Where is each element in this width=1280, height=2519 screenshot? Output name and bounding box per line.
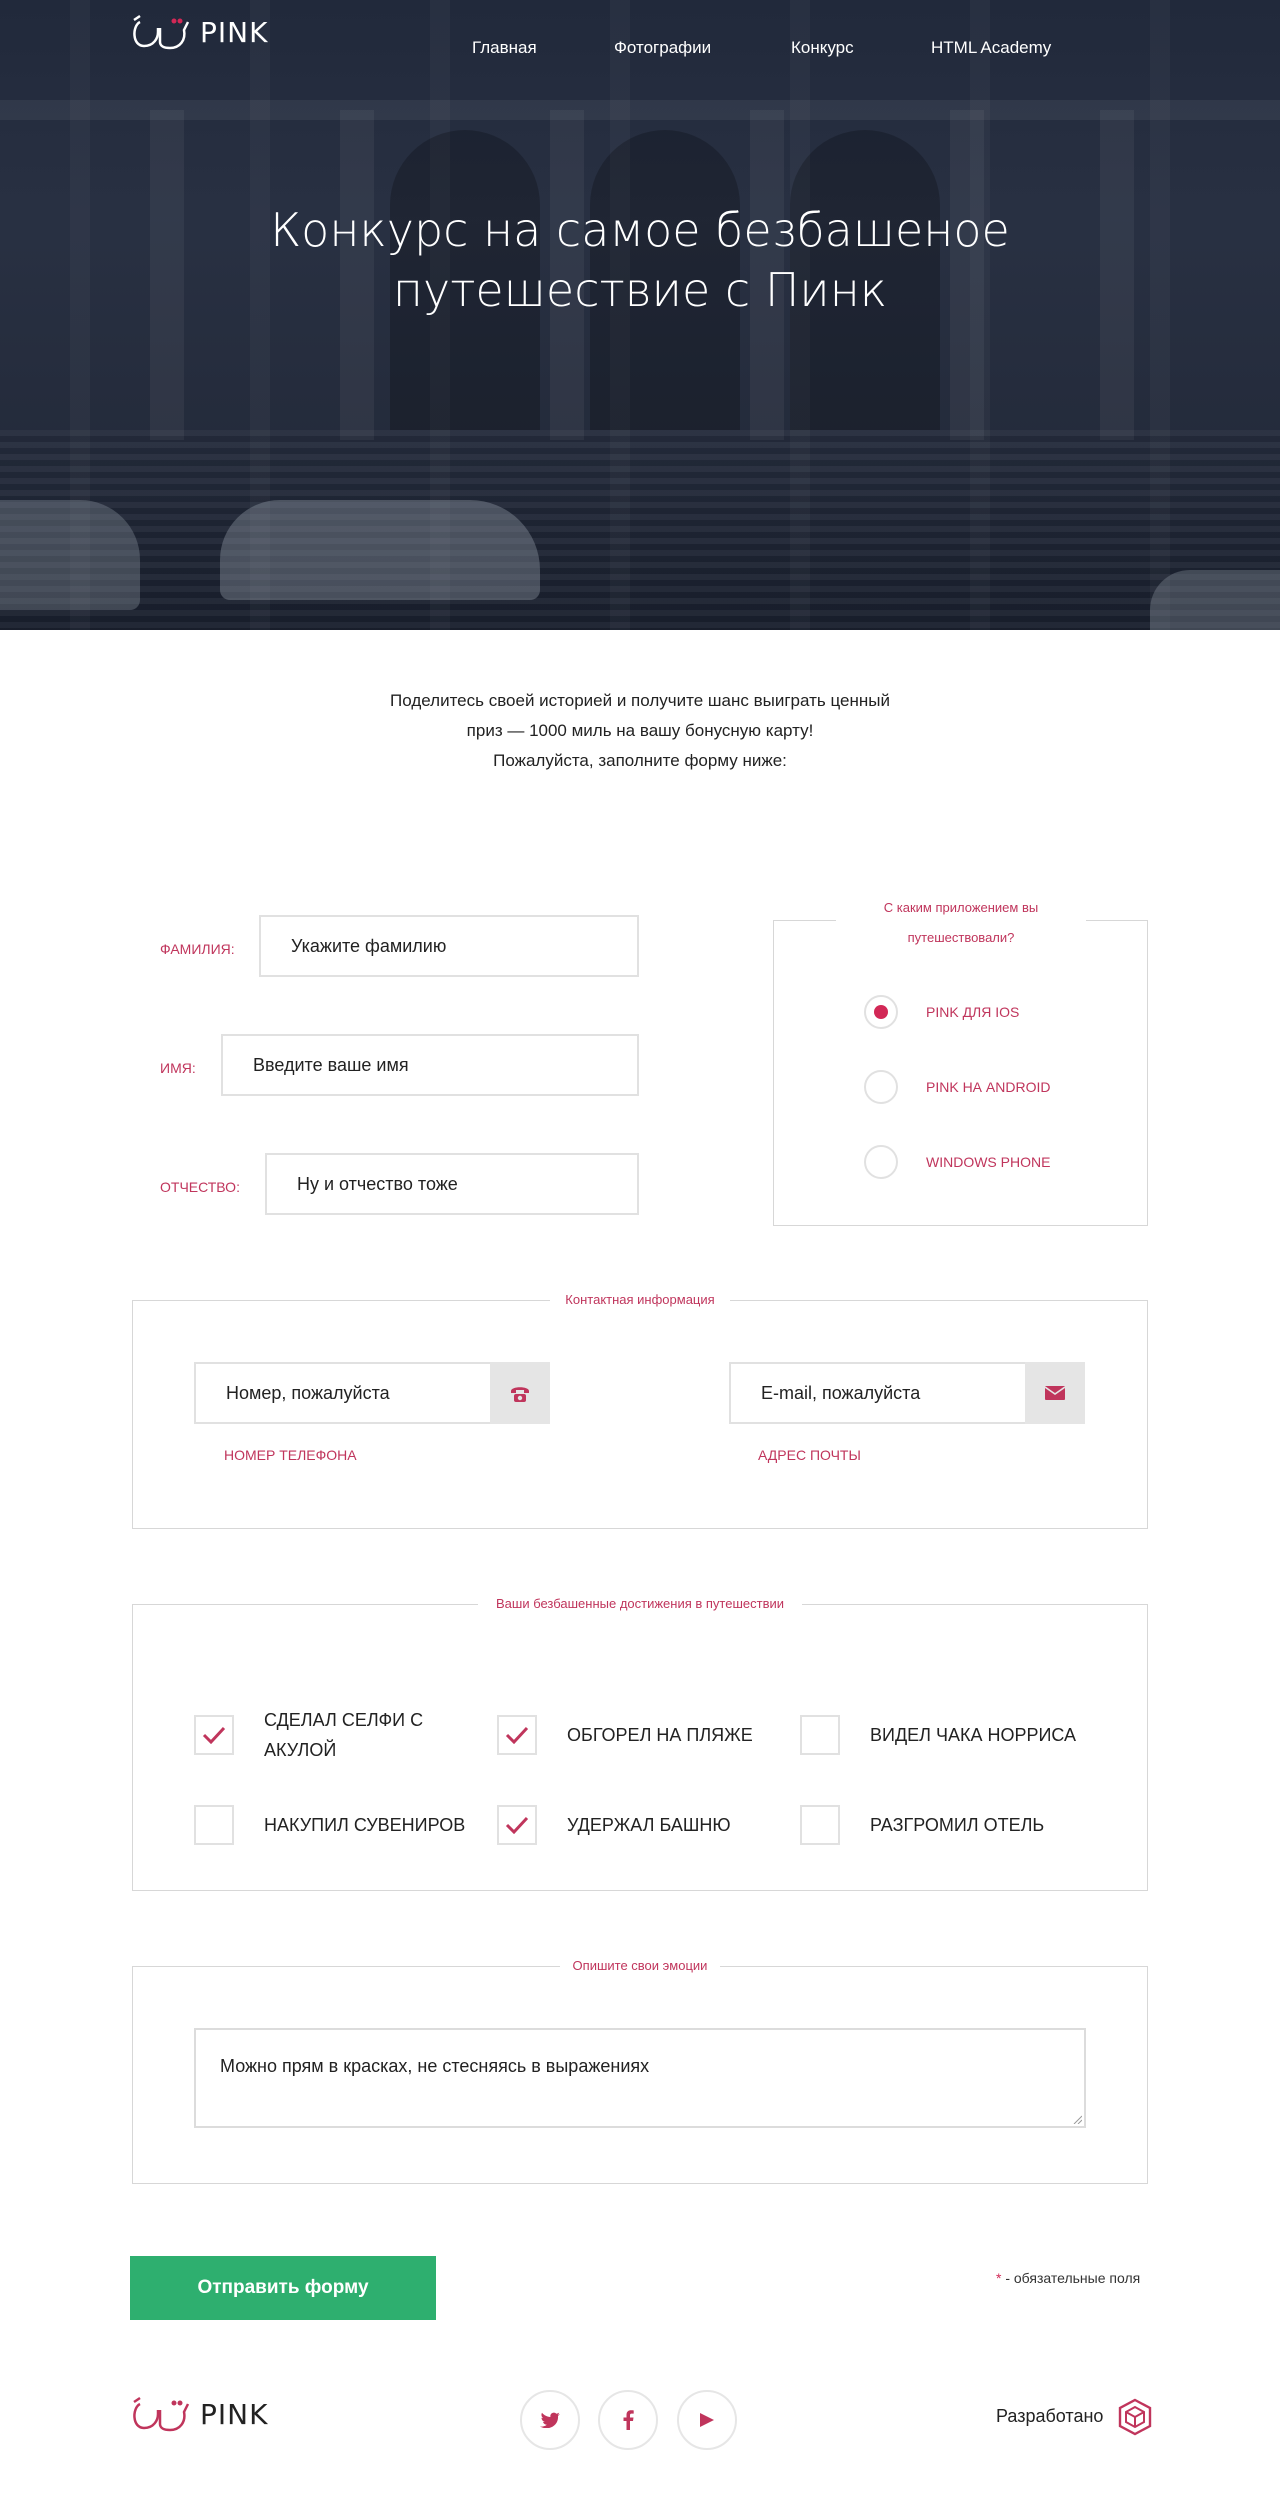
- phone-icon: [511, 1387, 529, 1402]
- nav-item-html-academy[interactable]: HTML Academy: [931, 38, 1051, 58]
- achievement-sunburn[interactable]: ОБГОРЕЛ НА ПЛЯЖЕ: [497, 1715, 753, 1755]
- footer-logo[interactable]: PINK: [130, 2394, 268, 2434]
- surname-label: ФАМИЛИЯ:: [160, 941, 235, 957]
- email-input[interactable]: E-mail, пожалуйста: [729, 1362, 1027, 1424]
- hero-title-line: путешествие с Пинк: [392, 263, 888, 317]
- email-icon-box: [1025, 1362, 1085, 1424]
- checkbox-label: НАКУПИЛ СУВЕНИРОВ: [264, 1815, 466, 1835]
- checkbox[interactable]: [497, 1805, 537, 1845]
- radio-label: PINK НА ANDROID: [926, 1079, 1051, 1095]
- intro-line: Поделитесь своей историей и получите шан…: [390, 691, 890, 710]
- app-choice-legend-line: С каким приложением вы: [883, 900, 1039, 915]
- first-name-input[interactable]: Введите ваше имя: [221, 1034, 639, 1096]
- checkbox-label: УДЕРЖАЛ БАШНЮ: [567, 1815, 731, 1835]
- achievement-hold-tower[interactable]: УДЕРЖАЛ БАШНЮ: [497, 1805, 731, 1845]
- youtube-icon: [700, 2413, 714, 2427]
- nav-item-contest[interactable]: Конкурс: [791, 38, 854, 58]
- checkbox[interactable]: [800, 1715, 840, 1755]
- contact-legend: Контактная информация: [550, 1292, 730, 1307]
- hero-background-cornice: [0, 100, 1280, 120]
- required-note-text: - обязательные поля: [1001, 2270, 1141, 2286]
- emotions-textarea[interactable]: Можно прям в красках, не стесняясь в выр…: [194, 2028, 1086, 2128]
- glasses-logo-icon: [133, 14, 190, 50]
- hero-background-car: [1150, 570, 1280, 630]
- facebook-icon: [623, 2410, 634, 2430]
- achievement-selfie-shark[interactable]: СДЕЛАЛ СЕЛФИ С АКУЛОЙ: [194, 1705, 423, 1765]
- radio-option-windows-phone[interactable]: WINDOWS PHONE: [864, 1145, 1050, 1179]
- intro-line: приз — 1000 миль на вашу бонусную карту!: [466, 721, 814, 740]
- hero-title-line: Конкурс на самое безбашеное: [270, 203, 1010, 257]
- patronymic-input[interactable]: Ну и отчество тоже: [265, 1153, 639, 1215]
- radio-button[interactable]: [864, 1070, 898, 1104]
- phone-input[interactable]: Номер, пожалуйста: [194, 1362, 492, 1424]
- checkbox[interactable]: [800, 1805, 840, 1845]
- nav-item-photos[interactable]: Фотографии: [614, 38, 711, 58]
- glasses-logo-icon: [133, 2396, 190, 2432]
- developed-by-label: Разработано: [996, 2406, 1104, 2426]
- surname-input[interactable]: Укажите фамилию: [259, 915, 639, 977]
- radio-option-android[interactable]: PINK НА ANDROID: [864, 1070, 1050, 1104]
- app-choice-legend: С каким приложением вы путешествовали?: [836, 893, 1086, 953]
- required-fields-note: * - обязательные поля: [996, 2270, 1140, 2286]
- youtube-link[interactable]: [677, 2390, 737, 2450]
- checkbox[interactable]: [194, 1715, 234, 1755]
- checkbox[interactable]: [497, 1715, 537, 1755]
- intro-text: Поделитесь своей историей и получите шан…: [340, 686, 940, 776]
- app-choice-legend-line: путешествовали?: [907, 930, 1015, 945]
- checkbox-label: ОБГОРЕЛ НА ПЛЯЖЕ: [567, 1725, 753, 1745]
- html-academy-logo-icon[interactable]: [1118, 2398, 1152, 2436]
- submit-button[interactable]: Отправить форму: [130, 2256, 436, 2320]
- achievements-legend: Ваши безбашенные достижения в путешестви…: [478, 1596, 802, 1611]
- twitter-link[interactable]: [520, 2390, 580, 2450]
- logo-wordmark: PINK: [200, 2397, 269, 2431]
- emotions-legend: Опишите свои эмоции: [560, 1958, 720, 1973]
- radio-button[interactable]: [864, 995, 898, 1029]
- hero-background-car: [0, 500, 140, 610]
- radio-label: WINDOWS PHONE: [926, 1154, 1051, 1170]
- hero-background-stairs: [0, 430, 1280, 630]
- checkbox-label: РАЗГРОМИЛ ОТЕЛЬ: [870, 1815, 1045, 1835]
- hero-background-column: [150, 110, 184, 440]
- radio-button[interactable]: [864, 1145, 898, 1179]
- textarea-placeholder: Можно прям в красках, не стесняясь в выр…: [220, 2056, 650, 2076]
- checkbox[interactable]: [194, 1805, 234, 1845]
- email-label: АДРЕС ПОЧТЫ: [758, 1447, 861, 1463]
- checkbox-label: ВИДЕЛ ЧАКА НОРРИСА: [870, 1725, 1077, 1745]
- hero-background-column: [1100, 110, 1134, 440]
- intro-line: Пожалуйста, заполните форму ниже:: [493, 751, 787, 770]
- first-name-label: ИМЯ:: [160, 1060, 196, 1076]
- facebook-link[interactable]: [598, 2390, 658, 2450]
- checkbox-label-line: АКУЛОЙ: [264, 1740, 337, 1760]
- check-icon: [505, 1726, 529, 1744]
- radio-option-ios[interactable]: PINK ДЛЯ IOS: [864, 995, 1019, 1029]
- radio-label: PINK ДЛЯ IOS: [926, 1004, 1020, 1020]
- phone-label: НОМЕР ТЕЛЕФОНА: [224, 1447, 357, 1463]
- achievement-wreck-hotel[interactable]: РАЗГРОМИЛ ОТЕЛЬ: [800, 1805, 1044, 1845]
- check-icon: [505, 1816, 529, 1834]
- header-logo[interactable]: PINK: [130, 12, 268, 52]
- achievement-souvenirs[interactable]: НАКУПИЛ СУВЕНИРОВ: [194, 1805, 465, 1845]
- logo-wordmark: PINK: [200, 15, 269, 49]
- mail-icon: [1045, 1386, 1065, 1400]
- checkbox-label-line: СДЕЛАЛ СЕЛФИ С: [264, 1710, 424, 1730]
- hero-background-taxi: [220, 500, 540, 600]
- patronymic-label: ОТЧЕСТВО:: [160, 1179, 240, 1195]
- resize-handle-icon[interactable]: [1072, 2114, 1082, 2124]
- check-icon: [202, 1726, 226, 1744]
- checkbox-label: СДЕЛАЛ СЕЛФИ С АКУЛОЙ: [264, 1705, 423, 1765]
- hero-title: Конкурс на самое безбашеное путешествие …: [190, 200, 1090, 320]
- twitter-icon: [540, 2412, 560, 2428]
- phone-icon-box: [490, 1362, 550, 1424]
- achievement-chuck-norris[interactable]: ВИДЕЛ ЧАКА НОРРИСА: [800, 1715, 1076, 1755]
- nav-item-home[interactable]: Главная: [472, 38, 537, 58]
